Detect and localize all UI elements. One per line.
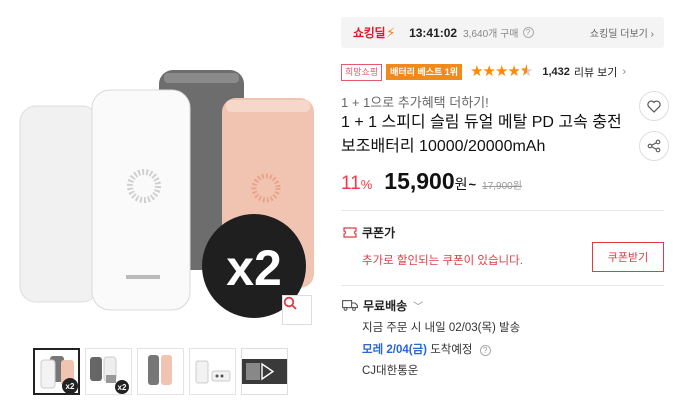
thumbnail-1[interactable]: x2 bbox=[33, 348, 80, 395]
deal-timer: 13:41:02 bbox=[409, 25, 458, 40]
svg-text:x2: x2 bbox=[66, 382, 75, 391]
shipping-arrival: 모레 2/04(금) 도착예정 ? bbox=[362, 341, 491, 357]
search-icon bbox=[283, 296, 297, 310]
thumbnail-1-image: x2 bbox=[40, 356, 78, 393]
product-subtitle: 1 + 1으로 추가혜택 더하기! bbox=[341, 95, 489, 110]
deal-buy-count: 3,640개 구매 bbox=[463, 29, 519, 40]
thumbnail-3[interactable] bbox=[137, 348, 184, 395]
thumbnail-2[interactable]: x2 bbox=[85, 348, 132, 395]
arrival-date: 모레 2/04(금) bbox=[362, 344, 427, 356]
deal-more-link[interactable]: 쇼킹딜 더보기 › bbox=[590, 25, 654, 40]
shipping-carrier: CJ대한통운 bbox=[362, 365, 419, 377]
wishlist-button[interactable] bbox=[639, 91, 669, 121]
chevron-down-icon: ﹀ bbox=[413, 302, 424, 313]
chevron-right-icon: › bbox=[622, 66, 627, 78]
review-count: 1,432 bbox=[542, 66, 570, 78]
store-badge: 희망쇼핑 bbox=[341, 63, 383, 81]
svg-text:x2: x2 bbox=[118, 383, 127, 392]
badge-row: 희망쇼핑 배터리 베스트 1위 ★★★★★ 1,432 리뷰 보기 › bbox=[341, 63, 626, 81]
share-icon bbox=[647, 139, 661, 153]
divider bbox=[341, 210, 664, 211]
best-badge: 배터리 베스트 1위 bbox=[386, 64, 463, 80]
get-coupon-button[interactable]: 쿠폰받기 bbox=[592, 242, 664, 272]
coupon-header: 쿠폰가 bbox=[343, 224, 395, 241]
heart-icon bbox=[647, 99, 661, 113]
coupon-icon bbox=[343, 227, 357, 238]
product-title: 1 + 1 스피디 슬림 듀얼 메탈 PD 고속 충전 보조배터리 10000/… bbox=[341, 114, 622, 155]
divider bbox=[341, 285, 664, 286]
bolt-icon: ⚡ bbox=[386, 24, 396, 40]
thumbnail-2-image: x2 bbox=[90, 356, 129, 394]
share-button[interactable] bbox=[639, 131, 669, 161]
rating-stars: ★★★★★ bbox=[470, 64, 533, 80]
thumbnail-4-image bbox=[195, 360, 231, 384]
discount-rate: 11% bbox=[341, 173, 373, 194]
x2-badge: x2 bbox=[226, 240, 282, 296]
zoom-button[interactable] bbox=[282, 295, 312, 325]
help-icon[interactable]: ? bbox=[479, 345, 491, 356]
truck-icon bbox=[342, 300, 358, 311]
thumbnail-5-image bbox=[242, 359, 287, 384]
thumbnail-3-image bbox=[148, 355, 172, 385]
product-illustration: x2 bbox=[19, 70, 314, 318]
help-icon[interactable]: ? bbox=[522, 27, 534, 38]
thumbnail-list: x2 x2 bbox=[33, 348, 288, 395]
original-price: 17,900원 bbox=[482, 181, 522, 192]
thumbnail-5-video[interactable] bbox=[241, 348, 288, 395]
main-product-image[interactable]: x2 bbox=[14, 18, 314, 340]
deal-logo: 쇼킹딜 ⚡ bbox=[353, 24, 396, 41]
coupon-message: 추가로 할인되는 쿠폰이 있습니다. bbox=[362, 255, 523, 267]
sale-price: 15,900원~ bbox=[384, 168, 477, 194]
shipping-dispatch: 지금 주문 시 내일 02/03(목) 발송 bbox=[362, 322, 521, 334]
price-row: 11% 15,900원~ 17,900원 bbox=[341, 168, 522, 195]
shipping-header[interactable]: 무료배송 ﹀ bbox=[342, 297, 423, 314]
shocking-deal-bar: 쇼킹딜 ⚡ 13:41:02 3,640개 구매 ? 쇼킹딜 더보기 › bbox=[341, 17, 664, 48]
review-link[interactable]: 리뷰 보기 bbox=[574, 64, 618, 80]
thumbnail-4[interactable] bbox=[189, 348, 236, 395]
chevron-right-icon: › bbox=[650, 29, 654, 40]
